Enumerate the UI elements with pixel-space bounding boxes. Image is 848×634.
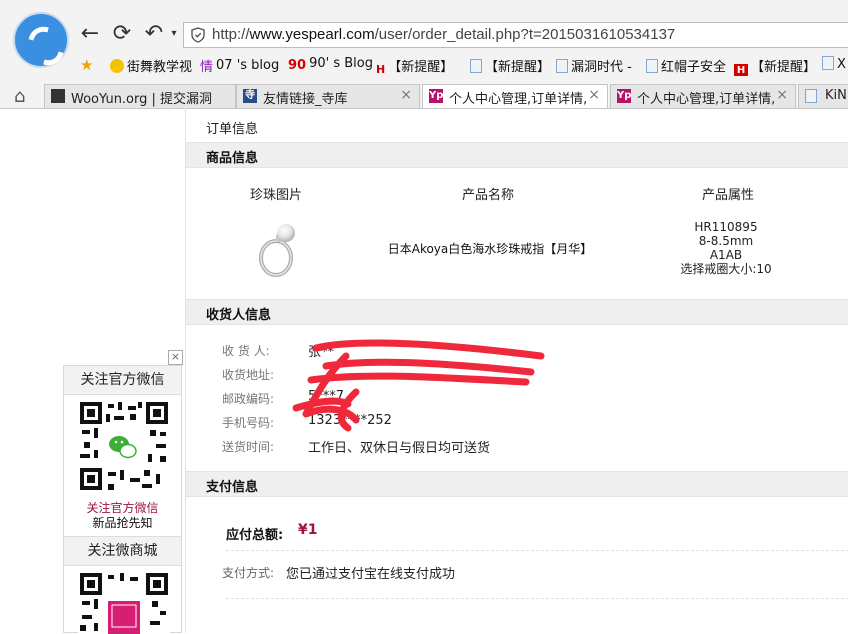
page-icon xyxy=(822,56,834,70)
receiver-section-header: 收货人信息 xyxy=(186,299,848,325)
bookmark-favicon-icon: H xyxy=(376,63,386,76)
total-amount-value: ¥1 xyxy=(298,522,318,538)
product-section-header: 商品信息 xyxy=(186,142,848,168)
wechat-follow-widget: × 关注官方微信 关注官方微信 新品抢先知 关注微商城 xyxy=(63,350,183,634)
bookmark-item[interactable]: 街舞教学视 xyxy=(110,56,192,75)
tab-order-detail-active[interactable]: Yp 个人中心管理,订单详情, × xyxy=(422,84,608,108)
pay-method-label: 支付方式: xyxy=(222,566,275,580)
bookmark-item[interactable]: 漏洞时代 - xyxy=(556,56,632,75)
favorites-star-icon[interactable]: ★ xyxy=(80,56,93,74)
tab-close-icon[interactable]: × xyxy=(776,87,788,103)
page-icon xyxy=(646,59,658,73)
col-header-name: 产品名称 xyxy=(462,188,515,203)
page-icon xyxy=(470,59,482,73)
bookmark-item[interactable]: X xyxy=(822,56,846,72)
address-bar[interactable]: http://www.yespearl.com/user/order_detai… xyxy=(183,22,848,48)
delivery-time-label: 送货时间: xyxy=(222,440,275,454)
product-ring-size: 选择戒圈大小:10 xyxy=(680,262,772,276)
order-detail-panel: 订单信息 商品信息 珍珠图片 产品名称 产品属性 日本Akoya白色海水珍珠戒指… xyxy=(185,108,848,633)
product-sku: HR110895 xyxy=(694,220,758,234)
divider xyxy=(226,550,848,551)
shield-icon xyxy=(191,27,205,43)
weishop-qr-code xyxy=(78,571,170,634)
bookmark-item[interactable]: 90 90' s Blog xyxy=(288,56,373,73)
back-arrow-icon[interactable]: ← xyxy=(78,22,102,46)
receiver-address-label: 收货地址: xyxy=(222,368,275,382)
browser-chrome: ← ⟳ ↶ ▾ http://www.yespearl.com/user/ord… xyxy=(0,0,848,109)
home-icon[interactable]: ⌂ xyxy=(14,86,25,107)
product-size: 8-8.5mm xyxy=(698,234,754,248)
tab-kin[interactable]: KiN xyxy=(798,84,848,108)
pearl-ring-image[interactable] xyxy=(252,220,306,280)
siku-favicon-icon: 寺 xyxy=(243,89,257,103)
receiver-name-label: 收 货 人: xyxy=(222,344,270,358)
yespearl-favicon-icon: Yp xyxy=(429,89,444,103)
close-icon[interactable]: × xyxy=(168,350,183,365)
bookmark-item[interactable]: H 【新提醒】 xyxy=(734,56,816,76)
tab-close-icon[interactable]: × xyxy=(400,87,412,103)
wechat-subcaption: 新品抢先知 xyxy=(92,516,153,530)
total-amount-label: 应付总额: xyxy=(226,528,284,543)
product-attributes: HR110895 8-8.5mm A1AB 选择戒圈大小:10 xyxy=(676,220,776,276)
wooyun-favicon-icon xyxy=(51,89,65,103)
bookmark-favicon-icon xyxy=(110,59,124,73)
bookmark-item[interactable]: 【新提醒】 xyxy=(470,56,550,75)
product-name[interactable]: 日本Akoya白色海水珍珠戒指【月华】 xyxy=(386,240,594,257)
pay-method-value: 您已通过支付宝在线支付成功 xyxy=(286,567,456,582)
wechat-qr-code xyxy=(78,400,170,492)
delivery-time-value: 工作日、双休日与假日均可送货 xyxy=(308,441,491,456)
refresh-icon[interactable]: ⟳ xyxy=(110,22,134,46)
bookmark-favicon-icon: H xyxy=(734,64,748,76)
bookmark-favicon-icon: 90 xyxy=(288,58,307,73)
phone-label: 手机号码: xyxy=(222,416,275,430)
weishop-title: 关注微商城 xyxy=(64,536,181,566)
page-icon xyxy=(805,89,817,103)
page-icon xyxy=(556,59,568,73)
yespearl-favicon-icon: Yp xyxy=(617,89,632,103)
address-url[interactable]: http://www.yespearl.com/user/order_detai… xyxy=(212,26,675,43)
tab-siku[interactable]: 寺 友情链接_寺库 × xyxy=(236,84,420,108)
divider xyxy=(226,598,848,599)
tab-order-detail[interactable]: Yp 个人中心管理,订单详情, × xyxy=(610,84,796,108)
wechat-title: 关注官方微信 xyxy=(64,366,181,395)
bookmark-item[interactable]: 红帽子安全 xyxy=(646,56,726,75)
bookmarks-bar: ★ 街舞教学视 情 07 's blog 90 90' s Blog H 【新提醒】 … xyxy=(0,54,848,76)
tab-close-icon[interactable]: × xyxy=(588,87,600,103)
bookmark-item[interactable]: 情 07 's blog xyxy=(200,56,279,75)
postal-code-label: 邮政编码: xyxy=(222,392,275,406)
product-grade: A1AB xyxy=(709,248,743,262)
breadcrumb: 订单信息 xyxy=(206,122,259,137)
bookmark-item[interactable]: H 【新提醒】 xyxy=(376,56,453,76)
redaction-scribble xyxy=(292,339,545,432)
col-header-image: 珍珠图片 xyxy=(250,188,303,203)
payment-section-header: 支付信息 xyxy=(186,471,848,497)
col-header-attr: 产品属性 xyxy=(702,188,755,203)
bookmark-favicon-icon: 情 xyxy=(200,60,214,75)
tab-wooyun-title[interactable]: WooYun.org | 提交漏洞 xyxy=(44,84,236,108)
